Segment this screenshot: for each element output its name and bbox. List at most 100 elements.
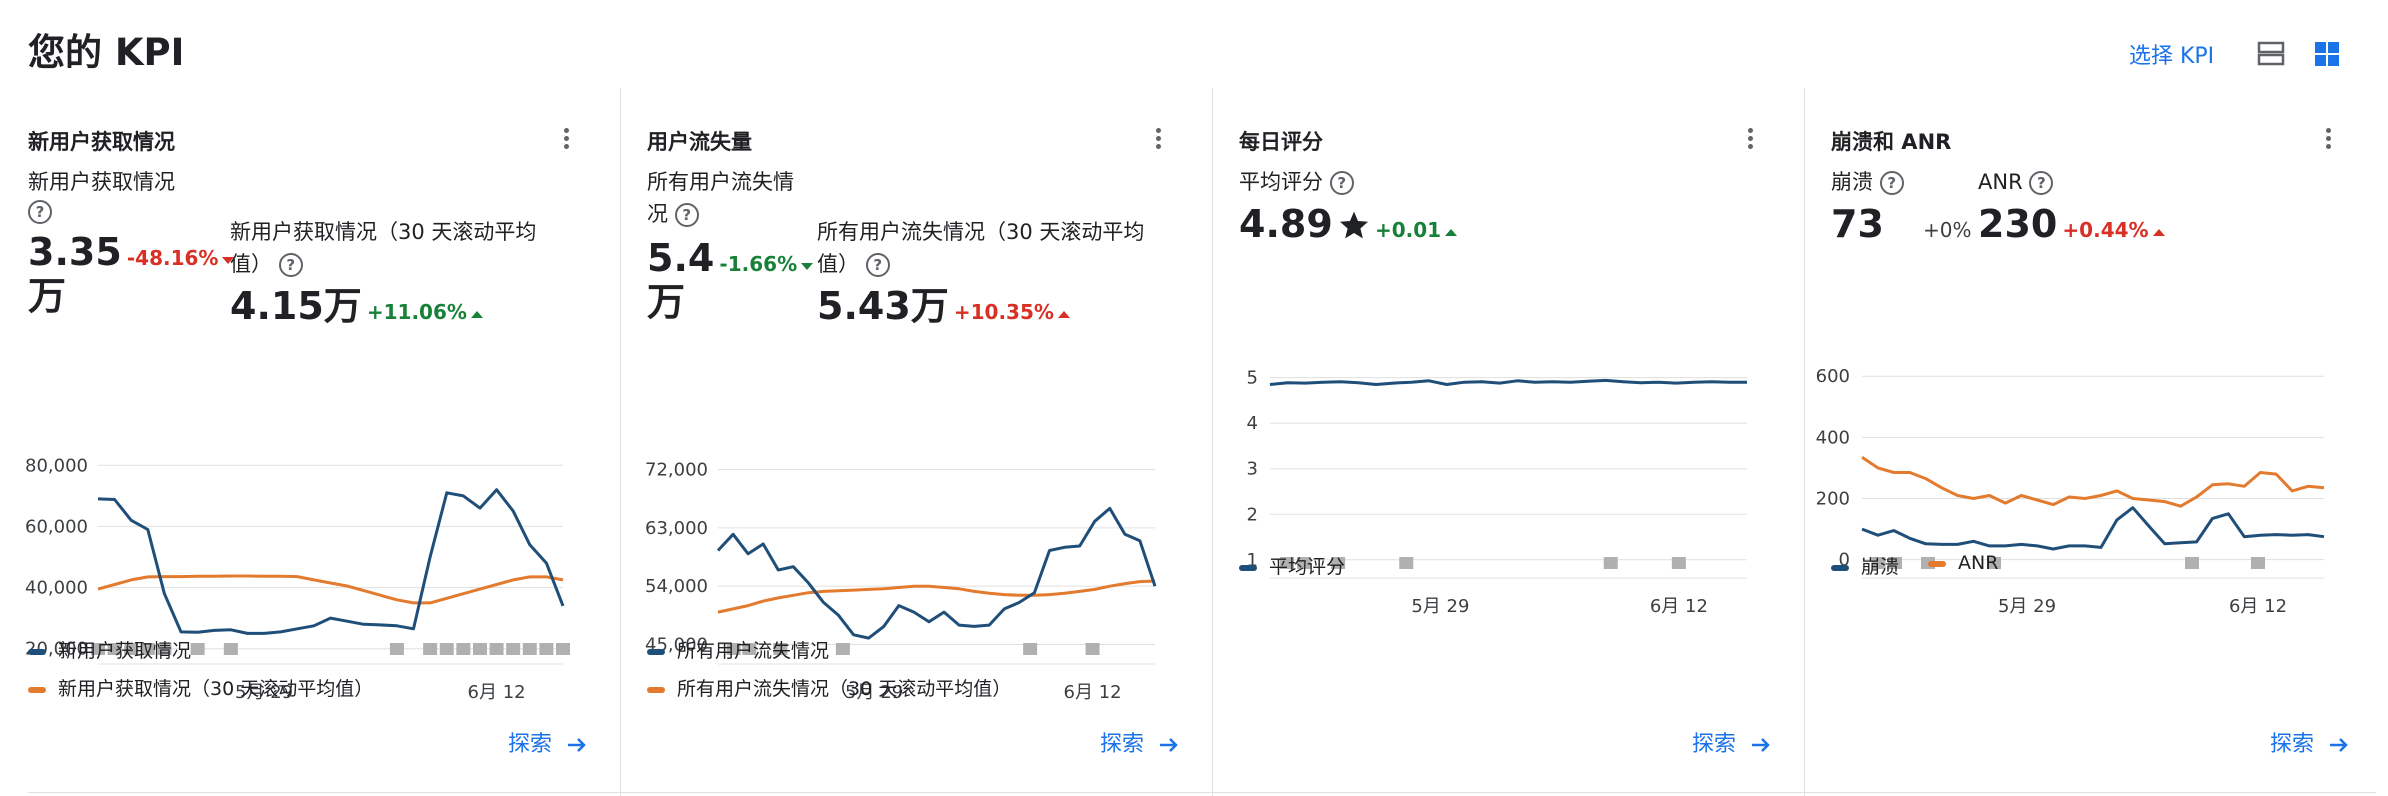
metric-crashes: 崩溃 ? 73 +0% bbox=[1831, 166, 1971, 246]
annotation-marker bbox=[1023, 643, 1038, 655]
more-options-icon[interactable] bbox=[1740, 128, 1760, 152]
card-title: 每日评分 bbox=[1239, 130, 1323, 154]
trend-up-icon bbox=[1445, 229, 1458, 236]
more-options-icon[interactable] bbox=[556, 128, 576, 152]
y-tick-label: 3 bbox=[1247, 459, 1258, 480]
metric-change: +0.01 bbox=[1374, 218, 1442, 242]
y-tick-label: 60,000 bbox=[25, 516, 88, 537]
annotation-marker bbox=[223, 643, 238, 655]
metric-secondary: 所有用户流失情况（30 天滚动平均值） ? 5.43万 +10.35% bbox=[817, 216, 1147, 328]
legend-item[interactable]: ANR bbox=[1928, 552, 1998, 574]
legend-item[interactable]: 所有用户流失情况（30 天滚动平均值） bbox=[647, 674, 1011, 701]
metric-label: 新用户获取情况 bbox=[28, 170, 175, 194]
legend-item[interactable]: 新用户获取情况 bbox=[28, 636, 191, 663]
series-line bbox=[1269, 378, 1747, 386]
view-list-icon[interactable] bbox=[2256, 38, 2286, 68]
annotation-marker bbox=[423, 643, 438, 655]
x-tick-label: 6月 12 bbox=[1064, 682, 1122, 703]
y-tick-label: 80,000 bbox=[25, 455, 88, 476]
legend-item[interactable]: 所有用户流失情况 bbox=[647, 636, 829, 663]
annotation-marker bbox=[439, 643, 454, 655]
legend-swatch bbox=[1831, 564, 1849, 571]
legend-item[interactable]: 崩溃 bbox=[1831, 552, 1899, 579]
annotation-marker bbox=[456, 643, 471, 655]
metric-value: 5.4 bbox=[647, 236, 715, 280]
y-tick-label: 54,000 bbox=[645, 576, 708, 597]
more-options-icon[interactable] bbox=[2318, 128, 2338, 152]
help-icon[interactable]: ? bbox=[674, 203, 699, 227]
metric-label: 所有用户流失情况 ? bbox=[647, 170, 794, 227]
metric-value-unit: 万 bbox=[28, 274, 67, 318]
metric-value: 4.89 bbox=[1239, 202, 1333, 246]
select-kpi-button[interactable]: 选择 KPI bbox=[2129, 38, 2214, 70]
help-icon[interactable]: ? bbox=[278, 253, 303, 277]
metric-label: 新用户获取情况（30 天滚动平均值） ? bbox=[230, 220, 537, 277]
arrow-right-icon bbox=[1752, 738, 1770, 752]
metric-value: 73 bbox=[1831, 202, 1884, 246]
annotation-marker bbox=[539, 643, 554, 655]
y-tick-label: 5 bbox=[1247, 368, 1258, 389]
trend-down-icon bbox=[801, 263, 814, 270]
metric-change: +0% bbox=[1922, 218, 1972, 242]
annotation-marker bbox=[2251, 557, 2265, 569]
annotation-marker bbox=[389, 643, 404, 655]
legend-swatch bbox=[1928, 560, 1946, 567]
annotation-marker bbox=[1399, 557, 1414, 569]
metric-secondary: 新用户获取情况（30 天滚动平均值） ? 4.15万 +11.06% bbox=[230, 216, 560, 328]
y-tick-label: 40,000 bbox=[25, 578, 88, 599]
help-icon[interactable]: ? bbox=[2029, 171, 2054, 195]
series-line bbox=[97, 488, 565, 635]
metric-label: 所有用户流失情况（30 天滚动平均值） ? bbox=[817, 220, 1145, 277]
explore-link[interactable]: 探索 bbox=[1692, 726, 1772, 758]
help-icon[interactable]: ? bbox=[1329, 171, 1354, 195]
y-tick-label: 2 bbox=[1247, 504, 1258, 525]
view-grid-icon[interactable] bbox=[2312, 38, 2342, 68]
legend-item[interactable]: 新用户获取情况（30 天滚动平均值） bbox=[28, 674, 373, 701]
series-line bbox=[1861, 506, 2325, 551]
annotation-marker bbox=[522, 643, 537, 655]
explore-link[interactable]: 探索 bbox=[2270, 726, 2350, 758]
metric-value: 3.35 bbox=[28, 230, 122, 274]
y-tick-label: 200 bbox=[1816, 489, 1850, 510]
explore-link[interactable]: 探索 bbox=[1100, 726, 1180, 758]
metric-change: +11.06% bbox=[366, 300, 467, 324]
annotation-marker bbox=[1671, 557, 1686, 569]
arrow-right-icon bbox=[2330, 738, 2348, 752]
metric-anr: ANR ? 230 +0.44% bbox=[1978, 166, 2238, 246]
card-title: 新用户获取情况 bbox=[28, 130, 175, 154]
help-icon[interactable]: ? bbox=[1879, 171, 1904, 195]
legend-swatch bbox=[28, 648, 46, 655]
help-icon[interactable]: ? bbox=[865, 253, 890, 277]
help-icon[interactable]: ? bbox=[28, 200, 52, 224]
metric-label: 平均评分 ? bbox=[1239, 166, 1639, 198]
annotation-marker bbox=[472, 643, 487, 655]
metric-label: 崩溃 ? bbox=[1831, 166, 1971, 198]
metric-primary: 平均评分 ? 4.89 +0.01 bbox=[1239, 166, 1639, 246]
y-tick-label: 600 bbox=[1816, 366, 1850, 387]
explore-link[interactable]: 探索 bbox=[508, 726, 588, 758]
arrow-right-icon bbox=[568, 738, 586, 752]
legend-swatch bbox=[647, 686, 665, 693]
annotation-marker bbox=[556, 643, 570, 655]
legend-item[interactable]: 平均评分 bbox=[1239, 552, 1345, 579]
x-tick-label: 6月 12 bbox=[468, 682, 526, 703]
metric-value-unit: 万 bbox=[647, 280, 686, 324]
legend-swatch bbox=[28, 686, 46, 693]
kpi-card-churn: 用户流失量 所有用户流失情况 ? 5.4 -1.66% 万 所有用户流失情况（3… bbox=[620, 88, 1212, 796]
x-tick-label: 6月 12 bbox=[1650, 596, 1708, 617]
trend-up-icon bbox=[470, 311, 483, 318]
y-tick-label: 400 bbox=[1816, 427, 1850, 448]
page-title: 您的 KPI bbox=[28, 31, 185, 74]
annotation-marker bbox=[506, 643, 521, 655]
kpi-card-new-users: 新用户获取情况 新用户获取情况 ? 3.35 -48.16% 万 新用户获取情况… bbox=[0, 88, 620, 796]
more-options-icon[interactable] bbox=[1148, 128, 1168, 152]
kpi-card-crashes-anr: 崩溃和 ANR 崩溃 ? 73 +0% ANR ? 230 +0.44% 0 20… bbox=[1804, 88, 2388, 796]
star-icon bbox=[1339, 211, 1368, 239]
metric-change: -48.16% bbox=[126, 246, 219, 270]
legend-swatch bbox=[1239, 564, 1257, 571]
trend-up-icon bbox=[1057, 311, 1070, 318]
x-tick-label: 6月 12 bbox=[2229, 596, 2287, 617]
card-title: 用户流失量 bbox=[647, 130, 752, 154]
legend-swatch bbox=[647, 648, 665, 655]
arrow-right-icon bbox=[1160, 738, 1178, 752]
